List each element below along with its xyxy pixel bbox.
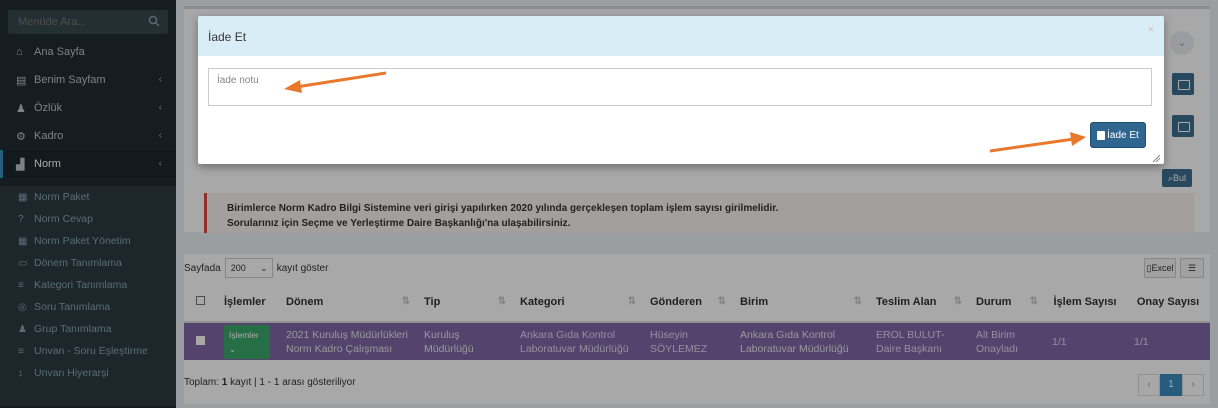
modal-header: İade Et [198, 16, 1164, 56]
close-icon[interactable]: × [1148, 24, 1154, 36]
resize-handle-icon[interactable] [1152, 154, 1160, 162]
submit-label: İade Et [1107, 129, 1139, 141]
save-icon [1097, 130, 1106, 140]
annotation-arrow-icon [284, 71, 387, 93]
annotation-arrow-icon [989, 132, 1086, 153]
iade-submit-button[interactable]: İade Et [1090, 122, 1146, 148]
modal-title: İade Et [208, 30, 247, 44]
